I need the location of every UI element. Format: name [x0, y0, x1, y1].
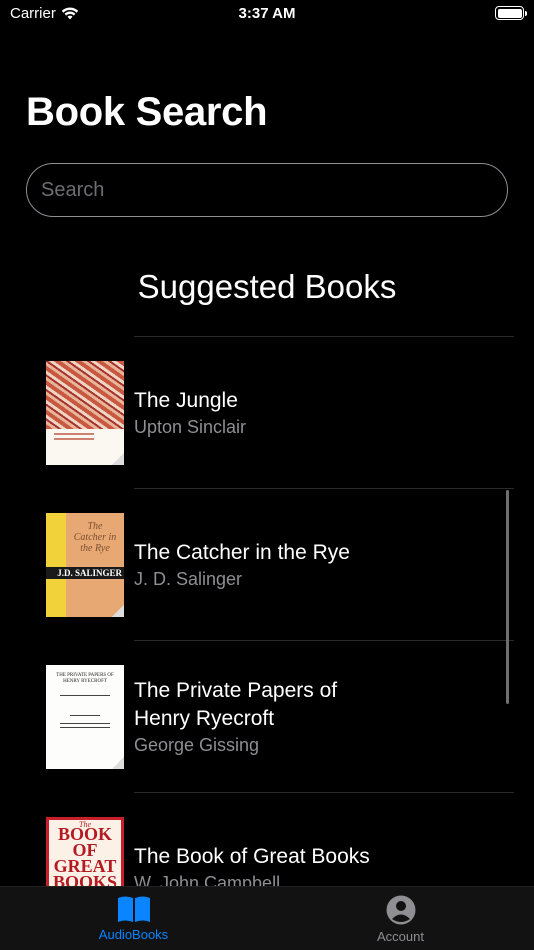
- person-circle-icon: [386, 895, 415, 925]
- book-author: J. D. Salinger: [134, 569, 243, 589]
- book-author: George Gissing: [134, 735, 260, 755]
- tab-account[interactable]: Account: [267, 887, 534, 950]
- cover-big-text: BOOK OF GREAT BOOKS: [52, 824, 118, 886]
- book-title: The Private Papers of Henry Ryecroft: [134, 679, 338, 730]
- book-author: Upton Sinclair: [134, 417, 247, 437]
- book-cover-image: [46, 361, 124, 465]
- cover-title-text: THE PRIVATE PAPERS OF HENRY RYECROFT: [56, 673, 114, 684]
- book-cover-image: The Catcher in the Rye J.D. SALINGER: [46, 513, 124, 617]
- scroll-indicator[interactable]: [506, 490, 509, 704]
- book-row[interactable]: The Catcher in the Rye J.D. SALINGER The…: [46, 488, 514, 640]
- book-cover-image: THE PRIVATE PAPERS OF HENRY RYECROFT: [46, 665, 124, 769]
- tab-bar: AudioBooks Account: [0, 886, 534, 950]
- book-row[interactable]: THE PRIVATE PAPERS OF HENRY RYECROFT The…: [46, 640, 514, 792]
- book-row[interactable]: The Jungle Upton Sinclair: [46, 336, 514, 488]
- book-list[interactable]: The Jungle Upton Sinclair The Catcher in…: [0, 336, 534, 886]
- section-title: Suggested Books: [137, 268, 397, 305]
- app-screen: Carrier 3:37 AM Book Search Suggested Bo…: [0, 0, 534, 950]
- book-row[interactable]: The BOOK OF GREAT BOOKS The Book of Grea…: [46, 792, 514, 886]
- search-input[interactable]: [26, 163, 508, 217]
- page-title: Book Search: [26, 90, 268, 134]
- book-open-icon: [117, 896, 150, 922]
- book-author: W. John Campbell: [134, 873, 281, 886]
- battery-icon: [495, 6, 527, 20]
- status-bar: Carrier 3:37 AM: [0, 0, 534, 28]
- cover-band-text: J.D. SALINGER: [46, 567, 124, 579]
- book-cover-image: The BOOK OF GREAT BOOKS: [46, 817, 124, 886]
- book-title: The Jungle: [134, 389, 238, 412]
- book-title: The Book of Great Books: [134, 845, 370, 868]
- tab-audiobooks[interactable]: AudioBooks: [0, 887, 267, 950]
- book-title: The Catcher in the Rye: [134, 541, 350, 564]
- status-time: 3:37 AM: [238, 5, 296, 22]
- cover-script-text: The Catcher in the Rye: [73, 521, 117, 554]
- tab-label: Account: [377, 929, 424, 944]
- tab-label: AudioBooks: [98, 927, 169, 942]
